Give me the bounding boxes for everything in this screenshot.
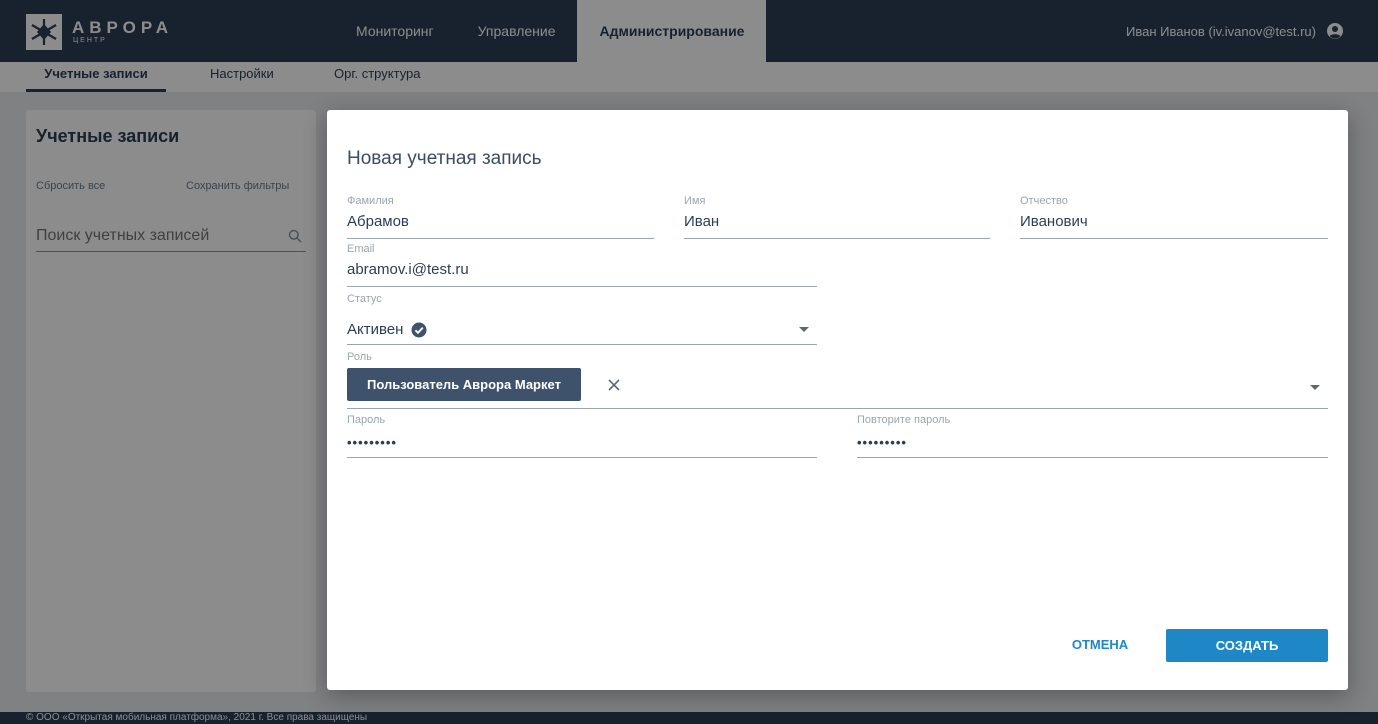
first-name-value: Иван <box>684 213 720 230</box>
status-value: Активен <box>347 321 404 338</box>
first-name-label: Имя <box>684 195 706 207</box>
check-circle-icon <box>411 322 427 337</box>
password-repeat-label: Повторите пароль <box>857 414 951 426</box>
middle-name-field[interactable]: Отчество Иванович <box>1020 195 1328 239</box>
last-name-field[interactable]: Фамилия Абрамов <box>347 195 654 239</box>
status-label: Статус <box>347 293 382 305</box>
first-name-field[interactable]: Имя Иван <box>684 195 990 239</box>
dialog-title: Новая учетная запись <box>347 148 542 169</box>
password-repeat-value: ••••••••• <box>857 435 907 450</box>
email-label: Email <box>347 243 375 255</box>
password-field[interactable]: Пароль ••••••••• <box>347 414 817 458</box>
chevron-down-icon[interactable] <box>799 327 809 332</box>
password-label: Пароль <box>347 414 386 426</box>
close-icon[interactable] <box>607 378 621 392</box>
last-name-value: Абрамов <box>347 213 409 230</box>
middle-name-label: Отчество <box>1020 195 1068 207</box>
role-label: Роль <box>347 351 372 363</box>
cancel-button[interactable]: ОТМЕНА <box>1063 633 1137 657</box>
password-repeat-field[interactable]: Повторите пароль ••••••••• <box>857 414 1328 458</box>
status-select[interactable]: Статус Активен <box>347 293 817 345</box>
last-name-label: Фамилия <box>347 195 394 207</box>
new-account-dialog: Новая учетная запись Фамилия Абрамов Имя… <box>327 110 1348 690</box>
create-button[interactable]: СОЗДАТЬ <box>1166 629 1328 662</box>
password-value: ••••••••• <box>347 435 397 450</box>
role-chip: Пользователь Аврора Маркет <box>347 368 581 401</box>
email-value: abramov.i@test.ru <box>347 261 469 278</box>
chevron-down-icon[interactable] <box>1310 385 1320 390</box>
email-field[interactable]: Email abramov.i@test.ru <box>347 243 817 287</box>
role-select[interactable]: Роль Пользователь Аврора Маркет <box>347 351 1328 409</box>
middle-name-value: Иванович <box>1020 213 1088 230</box>
